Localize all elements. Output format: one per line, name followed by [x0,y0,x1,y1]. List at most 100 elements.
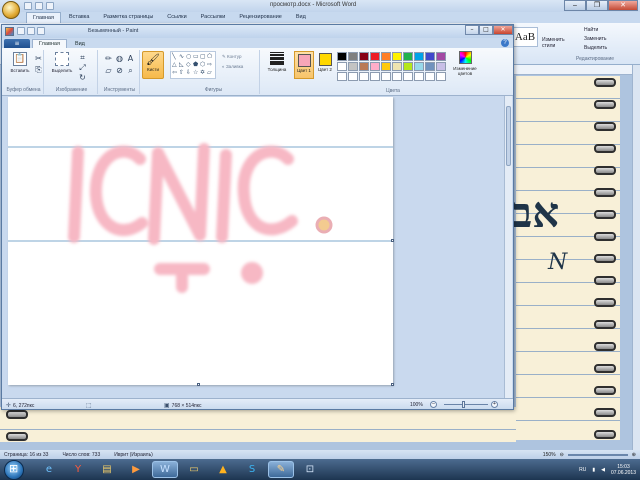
paint-zoom-out-icon[interactable]: – [430,401,437,408]
taskbar-yandex-icon[interactable]: Y [65,461,91,478]
pencil-icon[interactable]: ✏ [104,54,113,63]
palette-swatch[interactable] [436,72,446,81]
shape-arrow-left-icon[interactable]: ⇦ [172,69,179,77]
palette-swatch[interactable] [337,62,347,71]
magnifier-icon[interactable]: ⌕ [126,66,135,75]
eraser-icon[interactable]: ▱ [104,66,113,75]
status-page[interactable]: Страница: 16 из 33 [4,452,48,458]
palette-swatch[interactable] [392,62,402,71]
rotate-icon[interactable]: ↻ [78,73,87,82]
paint-menu-button[interactable]: ≡ [4,39,30,48]
word-tab-page-layout[interactable]: Разметка страницы [97,12,159,23]
start-button[interactable] [4,460,24,480]
network-icon[interactable]: ▮ [592,467,595,473]
language-indicator[interactable]: RU [579,467,586,473]
resize-icon[interactable]: ⤢ [78,63,87,72]
shape-arrow-right-icon[interactable]: ⇨ [207,61,214,69]
cut-icon[interactable]: ✂ [34,54,43,63]
palette-swatch[interactable] [370,72,380,81]
paint-zoom-thumb[interactable] [462,401,465,408]
shape-curve-icon[interactable]: ∿ [179,53,186,61]
paint-close-button[interactable]: ✕ [493,25,513,35]
shape-rounded-rect-icon[interactable]: ▢ [200,53,207,61]
palette-swatch[interactable] [414,62,424,71]
text-icon[interactable]: A [126,54,135,63]
status-language[interactable]: Иврит (Израиль) [114,452,153,458]
taskbar-folder-icon[interactable]: ▭ [181,461,207,478]
color-picker-icon[interactable]: ⊘ [115,66,124,75]
office-button[interactable] [2,1,20,19]
shape-rectangle-icon[interactable]: ▭ [193,53,200,61]
palette-swatch[interactable] [403,72,413,81]
fill-option[interactable]: ◐ Заливка [222,64,243,69]
shape-oval-icon[interactable]: ○ [186,53,193,61]
paint-maximize-button[interactable]: □ [479,25,493,35]
replace-button[interactable]: Заменить [584,36,606,42]
taskbar-explorer-icon[interactable]: ▤ [94,461,120,478]
paint-zoom-in-icon[interactable]: + [491,401,498,408]
change-styles-button[interactable]: Изменить стили [542,37,572,49]
fill-icon[interactable]: ◍ [115,54,124,63]
color1-button[interactable]: Цвет 1 [294,51,314,79]
word-zoom-level[interactable]: 150% [543,452,556,458]
shape-line-icon[interactable]: ╲ [172,53,179,61]
palette-swatch[interactable] [436,52,446,61]
shape-hexagon-icon[interactable]: ⬡ [200,61,207,69]
word-close-button[interactable]: ✕ [608,0,638,11]
taskbar-media-icon[interactable]: ▶ [123,461,149,478]
help-icon[interactable]: ? [501,39,509,47]
volume-icon[interactable]: ◀ [601,467,605,473]
crop-icon[interactable]: ⌗ [78,53,87,62]
palette-swatch[interactable] [370,52,380,61]
word-maximize-button[interactable]: ❐ [586,0,608,11]
word-vertical-scrollbar[interactable] [632,65,640,450]
palette-swatch[interactable] [359,62,369,71]
zoom-in-icon[interactable]: ⊕ [632,452,636,458]
word-tab-insert[interactable]: Вставка [63,12,95,23]
select-button[interactable]: Выделить [50,52,74,80]
shape-callout-icon[interactable]: ▱ [207,69,214,77]
save-icon[interactable] [24,2,32,10]
palette-swatch[interactable] [425,72,435,81]
palette-swatch[interactable] [381,62,391,71]
palette-swatch[interactable] [414,72,424,81]
color2-button[interactable]: Цвет 2 [316,51,334,79]
word-page-bottom[interactable] [0,407,516,442]
copy-icon[interactable]: ⎘ [34,65,43,74]
palette-swatch[interactable] [392,72,402,81]
paint-app-icon[interactable] [5,27,14,36]
canvas-resize-handle-bottom[interactable] [197,383,200,386]
taskbar-word-icon[interactable]: W [152,461,178,478]
paint-save-icon[interactable] [17,27,25,35]
brushes-button[interactable]: 🖌 Кисти [142,51,164,79]
palette-swatch[interactable] [359,52,369,61]
clock[interactable]: 15:03 07.06.2013 [611,464,636,476]
palette-swatch[interactable] [425,52,435,61]
word-tab-references[interactable]: Ссылки [161,12,192,23]
edit-colors-button[interactable]: Изменение цветов [450,51,480,79]
select-button[interactable]: Выделить [584,45,607,51]
zoom-out-icon[interactable]: ⊖ [560,452,564,458]
style-sample[interactable]: AaB [512,27,538,47]
palette-swatch[interactable] [414,52,424,61]
word-minimize-button[interactable]: – [564,0,586,11]
paint-canvas[interactable] [8,97,393,385]
taskbar-skype-icon[interactable]: S [239,461,265,478]
paint-undo-icon[interactable] [27,27,35,35]
palette-swatch[interactable] [337,52,347,61]
shape-pentagon-icon[interactable]: ⬟ [193,61,200,69]
status-words[interactable]: Число слов: 733 [62,452,100,458]
shape-diamond-icon[interactable]: ◇ [186,61,193,69]
palette-swatch[interactable] [370,62,380,71]
size-button[interactable]: Толщина [264,51,290,79]
taskbar-ie-icon[interactable]: e [36,461,62,478]
paint-zoom-slider[interactable] [444,404,488,405]
paint-tab-view[interactable]: Вид [69,40,91,48]
paint-minimize-button[interactable]: – [465,25,479,35]
shape-arrow-up-icon[interactable]: ⇧ [179,69,186,77]
shape-triangle-icon[interactable]: △ [172,61,179,69]
word-tab-home[interactable]: Главная [26,12,61,23]
undo-icon[interactable] [35,2,43,10]
paint-tab-home[interactable]: Главная [32,39,67,48]
palette-swatch[interactable] [381,72,391,81]
